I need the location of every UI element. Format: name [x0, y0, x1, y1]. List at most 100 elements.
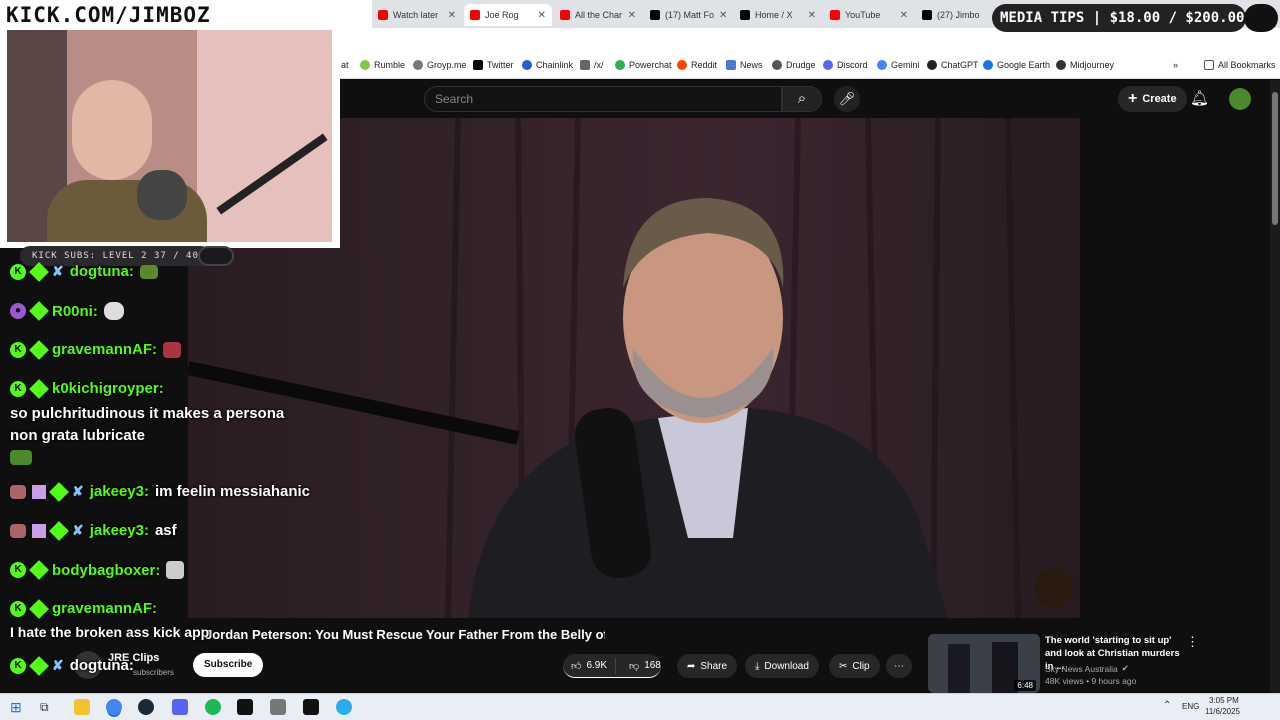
- midjourney-icon: [1056, 60, 1066, 70]
- windows-start-icon[interactable]: ⊞: [10, 699, 26, 715]
- task-view-icon[interactable]: ⧉: [40, 699, 56, 715]
- share-button[interactable]: ➦ Share: [677, 654, 738, 678]
- file-explorer-icon[interactable]: [74, 699, 90, 715]
- chrome-icon[interactable]: [106, 699, 122, 715]
- all-bookmarks[interactable]: All Bookmarks: [1204, 60, 1276, 70]
- bookmark-reddit[interactable]: Reddit: [677, 60, 717, 70]
- bookmark-news[interactable]: News: [726, 60, 763, 70]
- search-icon: ⌕: [797, 90, 807, 107]
- scrollbar-thumb[interactable]: [1272, 92, 1278, 225]
- close-icon[interactable]: ✕: [628, 10, 636, 21]
- bell-icon[interactable]: 🔔︎: [1190, 89, 1209, 107]
- gem-badge-icon: [49, 520, 69, 541]
- webcam-feed: [7, 30, 332, 242]
- board-icon: [580, 60, 590, 70]
- recommended-thumbnail[interactable]: 6:48: [928, 634, 1040, 693]
- discord-icon[interactable]: [172, 699, 188, 715]
- language-indicator[interactable]: ENG: [1182, 702, 1199, 711]
- chat-line: K ✘ dogtuna:: [10, 261, 158, 282]
- video-player[interactable]: [188, 118, 1270, 618]
- gift-badge-icon: [32, 484, 46, 499]
- youtube-icon: [830, 10, 840, 20]
- x-icon: [922, 10, 932, 20]
- close-icon[interactable]: ✕: [900, 10, 908, 21]
- bookmark-drudge[interactable]: Drudge: [772, 60, 816, 70]
- tab-joe-rogan[interactable]: Joe Rog ✕: [464, 4, 552, 26]
- clock-date[interactable]: 11/6/2025: [1205, 707, 1240, 716]
- sword-badge-icon: ✘: [52, 657, 64, 673]
- bookmark-google-earth[interactable]: Google Earth: [983, 60, 1050, 70]
- chatgpt-icon: [927, 60, 937, 70]
- x-icon: [650, 10, 660, 20]
- chat-line: ● R00ni:: [10, 301, 124, 321]
- drudge-icon: [772, 60, 782, 70]
- bookmarks-overflow-chevron-icon[interactable]: »: [1173, 60, 1178, 70]
- bookmark-x[interactable]: /x/: [580, 60, 604, 70]
- emote-icon: [166, 561, 185, 579]
- bookmark-twitter[interactable]: Twitter: [473, 60, 514, 70]
- terminal-icon[interactable]: [237, 699, 253, 715]
- chat-message: I hate the broken ass kick app: [10, 624, 210, 640]
- bookmark-groyp[interactable]: Groyp.me: [413, 60, 467, 70]
- close-icon[interactable]: ✕: [808, 10, 816, 21]
- dislike-button[interactable]: 👎︎ 168: [621, 660, 669, 672]
- search-input[interactable]: Search: [424, 86, 782, 112]
- bookmark-midjourney[interactable]: Midjourney: [1056, 60, 1114, 70]
- webcam-frame: [0, 28, 340, 248]
- sword-badge-icon: ✘: [52, 263, 64, 279]
- like-dislike-group: 👍︎ 6.9K 👎︎ 168: [563, 654, 661, 678]
- download-button[interactable]: ⤓ Download: [745, 654, 819, 678]
- telegram-icon[interactable]: [336, 699, 352, 715]
- google-earth-icon: [983, 60, 993, 70]
- tab-all-the-char[interactable]: All the Char ✕: [554, 4, 642, 26]
- steam-icon[interactable]: [138, 699, 154, 715]
- emote-icon: [10, 484, 26, 499]
- video-duration: 6:48: [1014, 680, 1036, 691]
- search-button[interactable]: ⌕: [782, 86, 822, 112]
- folder-icon: [1204, 60, 1214, 70]
- like-button[interactable]: 👍︎ 6.9K: [563, 657, 617, 674]
- avatar[interactable]: [1229, 88, 1251, 110]
- spotify-icon[interactable]: [205, 699, 221, 715]
- bookmark-at[interactable]: at: [341, 60, 349, 70]
- more-actions-button[interactable]: ⋯: [886, 654, 912, 678]
- subscribe-button[interactable]: Subscribe: [193, 653, 264, 677]
- more-vert-icon[interactable]: ⋮: [1186, 634, 1199, 650]
- bookmark-discord[interactable]: Discord: [823, 60, 868, 70]
- x-icon: [740, 10, 750, 20]
- bookmark-rumble[interactable]: Rumble: [360, 60, 405, 70]
- gem-badge-icon: [29, 378, 49, 399]
- youtube-icon: [470, 10, 480, 20]
- chat-message: so pulchritudinous it makes a persona no…: [10, 405, 285, 444]
- close-icon[interactable]: ✕: [448, 10, 456, 21]
- kick-badge-icon: K: [10, 263, 26, 280]
- tab-home-x[interactable]: Home / X ✕: [734, 4, 822, 26]
- create-button[interactable]: + Create: [1118, 86, 1187, 112]
- bookmark-chatgpt[interactable]: ChatGPT: [927, 60, 979, 70]
- chevron-up-icon[interactable]: ⌃: [1163, 700, 1171, 711]
- chat-line: Kbodybagboxer:: [10, 560, 185, 580]
- clock-time[interactable]: 3:05 PM: [1209, 696, 1239, 705]
- close-icon[interactable]: ✕: [538, 10, 546, 21]
- voice-search-button[interactable]: 🎤︎: [834, 86, 860, 112]
- tab-matt[interactable]: (17) Matt Fo ✕: [644, 4, 732, 26]
- microphone-icon: 🎤︎: [838, 91, 856, 106]
- gem-badge-icon: [29, 598, 49, 619]
- close-icon[interactable]: ✕: [719, 10, 727, 21]
- app-icon[interactable]: [270, 699, 286, 715]
- gem-badge-icon: [29, 339, 49, 360]
- scrollbar[interactable]: [1270, 80, 1280, 693]
- discord-icon: [823, 60, 833, 70]
- logo-icon: [198, 246, 234, 266]
- tab-youtube[interactable]: YouTube ✕: [824, 4, 914, 26]
- bookmark-powerchat[interactable]: Powerchat: [615, 60, 672, 70]
- tab-watch-later[interactable]: Watch later ✕: [372, 4, 462, 26]
- clip-button[interactable]: ✂ Clip: [829, 654, 880, 678]
- bookmark-chainlink[interactable]: Chainlink: [522, 60, 573, 70]
- app-icon[interactable]: [303, 699, 319, 715]
- chat-line: Kk0kichigroyper:: [10, 378, 164, 399]
- sword-badge-icon: ✘: [72, 522, 84, 538]
- gem-badge-icon: [29, 655, 49, 676]
- tab-jimbo[interactable]: (27) Jimbo: [916, 4, 986, 26]
- bookmark-gemini[interactable]: Gemini: [877, 60, 920, 70]
